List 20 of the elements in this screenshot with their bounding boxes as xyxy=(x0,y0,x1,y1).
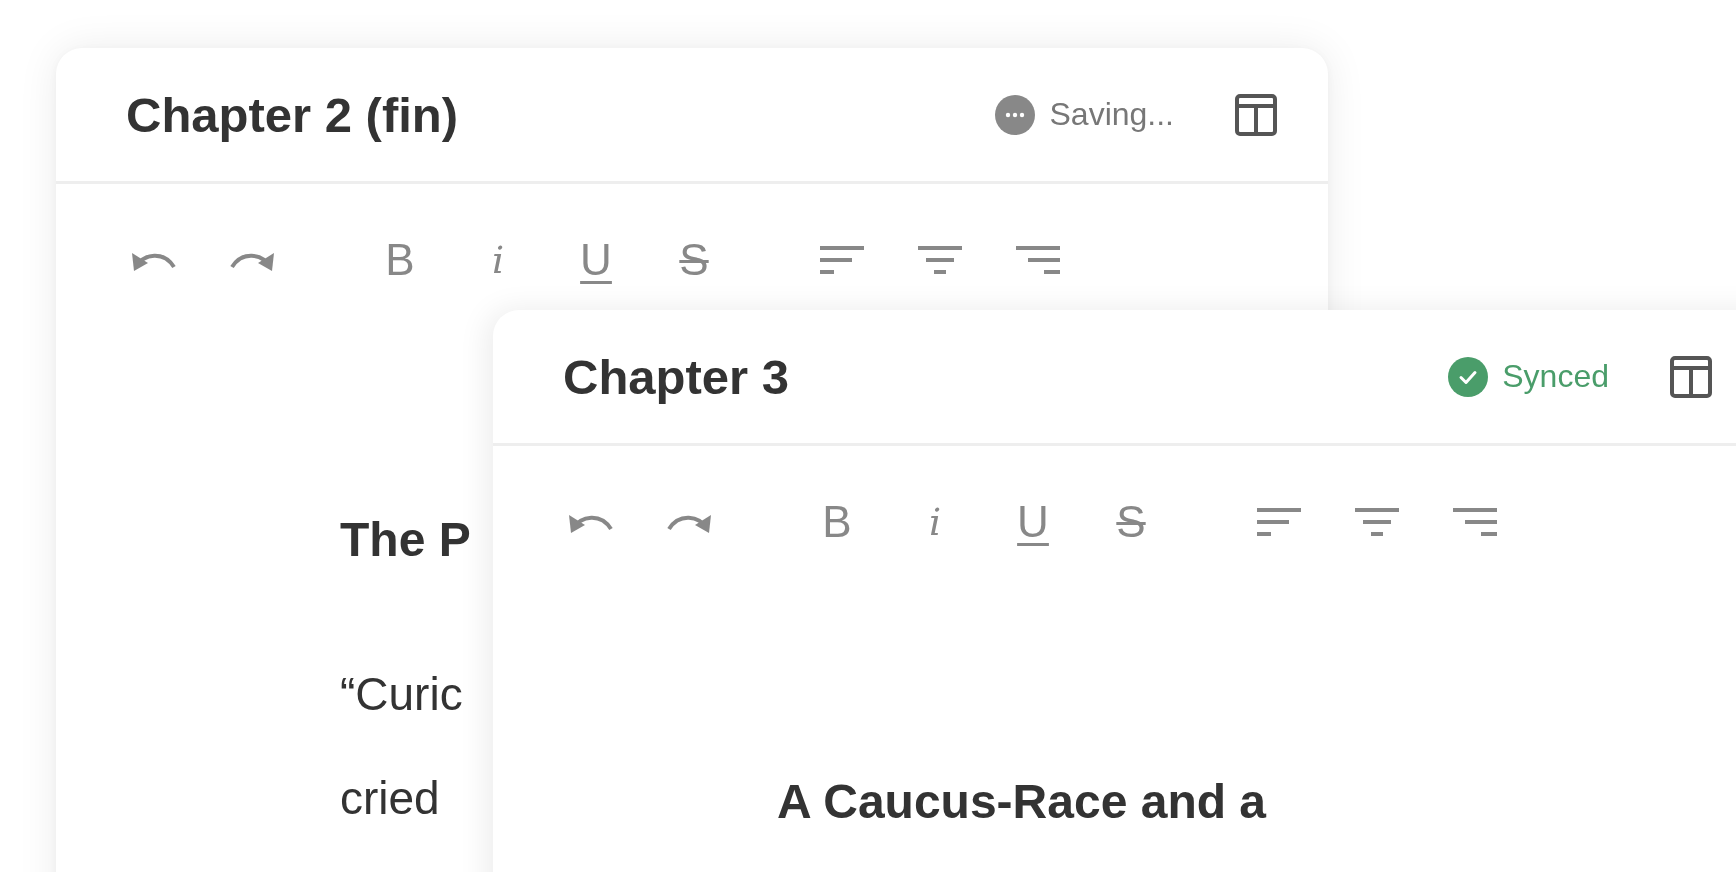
chapter-heading: A Caucus-Race and a xyxy=(777,774,1267,829)
more-icon xyxy=(995,94,1036,135)
split-view-icon[interactable] xyxy=(1669,354,1713,399)
bold-button[interactable]: B xyxy=(811,496,863,548)
document-title: Chapter 3 xyxy=(563,348,790,405)
strike-button[interactable]: S xyxy=(1105,496,1157,548)
split-view-icon[interactable] xyxy=(1234,92,1278,137)
sync-status: Saving... xyxy=(1049,96,1174,133)
italic-button[interactable]: i xyxy=(909,496,961,548)
text-line: cried xyxy=(340,771,440,825)
chapter-heading: The P xyxy=(340,512,471,567)
underline-button[interactable]: U xyxy=(570,234,622,286)
document-title: Chapter 2 (fin) xyxy=(126,86,460,143)
underline-button[interactable]: U xyxy=(1007,496,1059,548)
italic-button[interactable]: i xyxy=(472,234,524,286)
bold-button[interactable]: B xyxy=(374,234,426,286)
sync-status: Synced xyxy=(1502,358,1609,395)
text-line: “Curic xyxy=(340,667,463,721)
strike-button[interactable]: S xyxy=(668,234,720,286)
check-icon xyxy=(1448,356,1489,397)
